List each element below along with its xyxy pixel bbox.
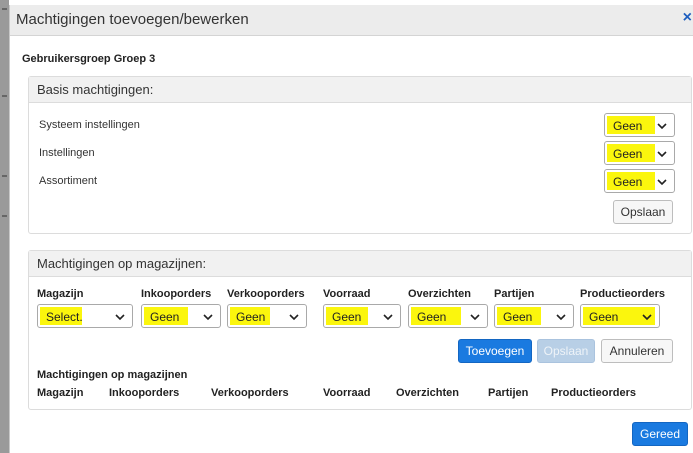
select-productieorders[interactable]: Geen [580, 304, 660, 328]
col-head-voorraad: Voorraad [323, 288, 371, 300]
select-voorraad[interactable]: Geen [323, 304, 401, 328]
select-value: Select. [46, 310, 83, 324]
col-head-verkooporders: Verkooporders [227, 288, 305, 300]
chevron-down-icon [203, 314, 213, 321]
background-mark [2, 8, 7, 10]
select-inkooporders[interactable]: Geen [141, 304, 221, 328]
col-head-overzichten: Overzichten [408, 288, 471, 300]
select-value: Geen [503, 310, 533, 324]
col-head-inkooporders: Inkooporders [141, 288, 212, 300]
list-col-inkooporders: Inkooporders [109, 387, 180, 399]
chevron-down-icon [556, 314, 566, 321]
select-verkooporders[interactable]: Geen [227, 304, 307, 328]
select-value: Geen [150, 310, 180, 324]
warehouse-list-title: Machtigingen op magazijnen [37, 369, 188, 381]
list-col-magazijn: Magazijn [37, 387, 84, 399]
list-col-voorraad: Voorraad [323, 387, 371, 399]
warehouse-panel-title: Machtigingen op magazijnen: [29, 251, 691, 277]
select-magazijn[interactable]: Select. [37, 304, 133, 328]
permission-label-instellingen: Instellingen [39, 147, 95, 159]
select-value: Geen [589, 310, 619, 324]
background-mark [2, 175, 7, 177]
col-head-magazijn: Magazijn [37, 288, 84, 300]
background-mark [2, 95, 7, 97]
done-button[interactable]: Gereed [632, 422, 688, 446]
select-partijen[interactable]: Geen [494, 304, 574, 328]
permission-label-assortiment: Assortiment [39, 175, 98, 187]
chevron-down-icon [657, 179, 667, 186]
select-systeem-instellingen[interactable]: Geen [604, 113, 675, 137]
dialog-header: Machtigingen toevoegen/bewerken × [10, 5, 693, 36]
col-head-productieorders: Productieorders [580, 288, 665, 300]
select-value: Geen [613, 147, 643, 161]
basis-save-button[interactable]: Opslaan [613, 200, 673, 224]
select-overzichten[interactable]: Geen [408, 304, 488, 328]
close-icon[interactable]: × [683, 10, 692, 26]
list-col-overzichten: Overzichten [396, 387, 459, 399]
basis-panel-title: Basis machtigingen: [29, 77, 691, 103]
chevron-down-icon [470, 314, 480, 321]
chevron-down-icon [657, 151, 667, 158]
list-col-partijen: Partijen [488, 387, 529, 399]
select-value: Geen [236, 310, 266, 324]
chevron-down-icon [642, 314, 652, 321]
select-value: Geen [417, 310, 447, 324]
select-assortiment[interactable]: Geen [604, 169, 675, 193]
warehouse-permissions-panel: Machtigingen op magazijnen: Magazijn Ink… [28, 250, 692, 410]
list-col-verkooporders: Verkooporders [211, 387, 289, 399]
select-value: Geen [613, 119, 643, 133]
chevron-down-icon [115, 314, 125, 321]
permissions-dialog: Machtigingen toevoegen/bewerken × Gebrui… [9, 5, 693, 453]
warehouse-save-button[interactable]: Opslaan [537, 339, 595, 363]
add-button[interactable]: Toevoegen [458, 339, 532, 363]
group-title: Gebruikersgroep Groep 3 [22, 53, 156, 65]
background-mark [2, 215, 7, 217]
select-instellingen[interactable]: Geen [604, 141, 675, 165]
basis-permissions-panel: Basis machtigingen: Systeem instellingen… [28, 76, 692, 234]
chevron-down-icon [657, 123, 667, 130]
select-value: Geen [613, 175, 643, 189]
permission-label-systeem: Systeem instellingen [39, 119, 140, 131]
list-col-productieorders: Productieorders [551, 387, 636, 399]
dialog-title: Machtigingen toevoegen/bewerken [16, 11, 249, 28]
select-value: Geen [332, 310, 362, 324]
chevron-down-icon [383, 314, 393, 321]
background-window-edge [0, 0, 9, 453]
chevron-down-icon [289, 314, 299, 321]
cancel-button[interactable]: Annuleren [601, 339, 673, 363]
col-head-partijen: Partijen [494, 288, 535, 300]
